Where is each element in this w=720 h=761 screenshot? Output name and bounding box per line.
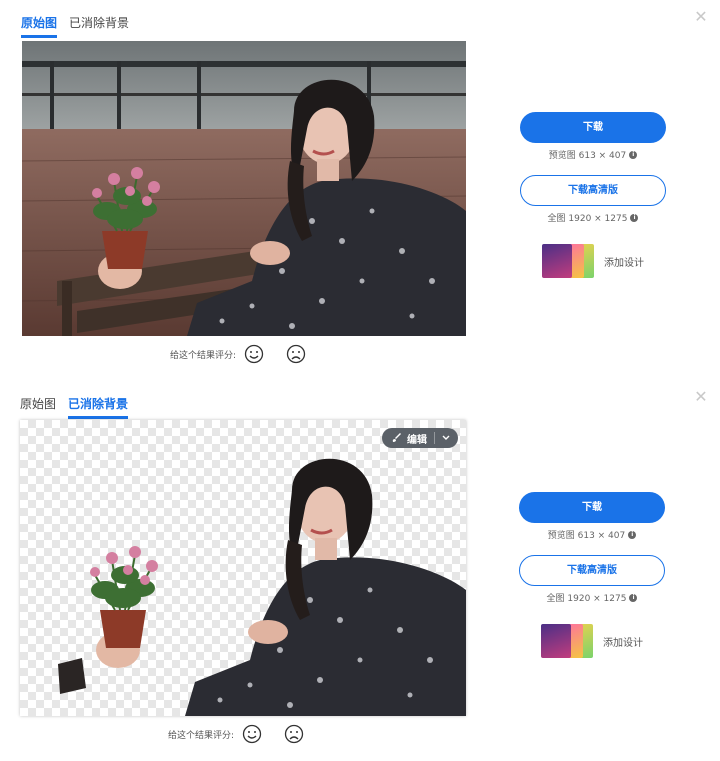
- info-icon[interactable]: i: [628, 530, 637, 539]
- rating-label: 给这个结果评分:: [168, 730, 235, 741]
- frown-icon[interactable]: [286, 344, 306, 364]
- info-icon[interactable]: i: [629, 593, 638, 602]
- rating-row: 给这个结果评分:: [168, 724, 304, 744]
- full-size: 全图 1920 × 1275 i: [520, 211, 666, 224]
- frown-icon[interactable]: [284, 724, 304, 744]
- full-size: 全图 1920 × 1275 i: [519, 591, 665, 604]
- edit-label: 编辑: [407, 434, 427, 446]
- download-hd-button[interactable]: 下载高清版: [519, 555, 665, 586]
- info-icon[interactable]: i: [629, 150, 638, 159]
- download-sidebar: 下载 预览图 613 × 407 i 下载高清版 全图 1920 × 1275 …: [520, 112, 666, 278]
- preview-size-text: 预览图 613 × 407: [548, 151, 627, 161]
- rating-label: 给这个结果评分:: [170, 350, 237, 361]
- smile-icon[interactable]: [242, 724, 262, 744]
- preview-size-text: 预览图 613 × 407: [547, 531, 626, 541]
- rating-row: 给这个结果评分:: [170, 344, 306, 364]
- preview-size: 预览图 613 × 407 i: [520, 148, 666, 161]
- download-button[interactable]: 下载: [519, 492, 665, 523]
- download-hd-button[interactable]: 下载高清版: [520, 175, 666, 206]
- tab-removed-background[interactable]: 已消除背景: [68, 395, 129, 419]
- brush-icon: [392, 433, 401, 442]
- photo-illustration: [22, 41, 466, 336]
- image-tabs: 原始图 已消除背景: [20, 395, 129, 419]
- close-icon[interactable]: ✕: [694, 9, 708, 25]
- divider: [434, 432, 435, 444]
- full-size-text: 全图 1920 × 1275: [547, 214, 628, 224]
- cutout-illustration: [58, 458, 466, 716]
- full-size-text: 全图 1920 × 1275: [546, 594, 627, 604]
- preview-size: 预览图 613 × 407 i: [519, 528, 665, 541]
- download-button[interactable]: 下载: [520, 112, 666, 143]
- result-panel-original: 原始图 已消除背景 ✕ 给这个结果评分: 下载 预览图 613 × 407 i …: [0, 0, 720, 380]
- add-design-button[interactable]: 添加设计: [520, 244, 666, 278]
- info-icon[interactable]: i: [630, 213, 639, 222]
- add-design-label: 添加设计: [603, 637, 643, 649]
- original-photo: [22, 41, 466, 336]
- edit-button[interactable]: 编辑: [382, 428, 458, 448]
- design-thumbnails-icon: [541, 624, 595, 658]
- result-panel-removed: 原始图 已消除背景 ✕ 编辑 给这个结果评分: 下载 预览图 613 × 407…: [0, 380, 720, 761]
- download-sidebar: 下载 预览图 613 × 407 i 下载高清版 全图 1920 × 1275 …: [519, 492, 665, 658]
- tab-original[interactable]: 原始图: [21, 14, 58, 38]
- image-tabs: 原始图 已消除背景: [21, 14, 129, 38]
- close-icon[interactable]: ✕: [694, 389, 708, 405]
- tab-removed-background[interactable]: 已消除背景: [69, 14, 129, 38]
- add-design-label: 添加设计: [604, 257, 644, 269]
- tab-original[interactable]: 原始图: [20, 395, 56, 419]
- smile-icon[interactable]: [244, 344, 264, 364]
- chevron-down-icon[interactable]: [442, 435, 450, 441]
- removed-bg-photo: 编辑: [20, 420, 466, 716]
- add-design-button[interactable]: 添加设计: [519, 624, 665, 658]
- design-thumbnails-icon: [542, 244, 596, 278]
